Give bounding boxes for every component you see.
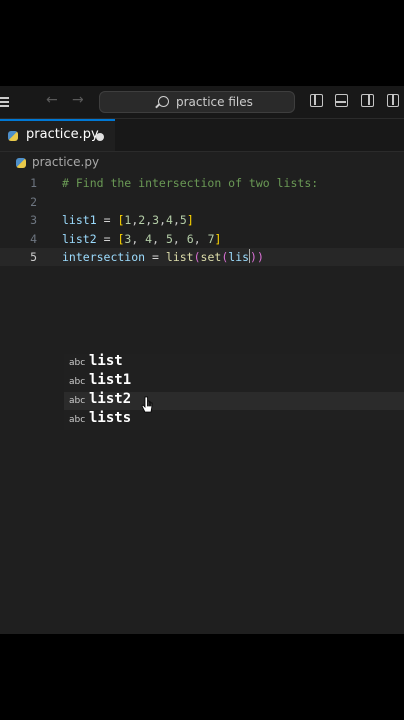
- suggestion-item[interactable]: abc list: [64, 353, 404, 372]
- line-number: 1: [30, 176, 37, 190]
- code-line[interactable]: 2: [0, 193, 404, 211]
- text-kind-icon: abc: [69, 396, 86, 406]
- python-file-icon: [16, 158, 26, 168]
- title-bar: ← → practice files: [0, 86, 404, 119]
- line-text: # Find the intersection of two lists:: [62, 176, 319, 190]
- line-number: 4: [30, 231, 37, 246]
- line-text: list1 = [1,2,3,4,5]: [62, 213, 194, 227]
- toggle-panel-icon[interactable]: [335, 94, 348, 107]
- line-text: intersection = list(set(lis)): [62, 249, 264, 264]
- customize-layout-icon[interactable]: [387, 94, 399, 107]
- toggle-secondary-sidebar-icon[interactable]: [361, 94, 374, 107]
- tab-label: practice.py: [26, 127, 99, 142]
- breadcrumb-file[interactable]: practice.py: [32, 155, 99, 169]
- suggestion-item[interactable]: abc list2: [64, 391, 404, 410]
- suggestion-label: list1: [89, 372, 132, 388]
- suggestion-item[interactable]: abc lists: [64, 410, 404, 429]
- command-center-search[interactable]: practice files: [99, 91, 295, 113]
- tab-bar: practice.py: [0, 119, 404, 152]
- code-line[interactable]: 4 list2 = [3, 4, 5, 6, 7]: [0, 230, 404, 248]
- breadcrumb: practice.py: [0, 152, 404, 174]
- forward-arrow-icon[interactable]: →: [72, 92, 84, 108]
- code-line[interactable]: 1 # Find the intersection of two lists:: [0, 174, 404, 192]
- search-icon: [158, 96, 169, 107]
- suggestion-label: list2: [89, 391, 132, 407]
- suggestion-label: lists: [89, 410, 132, 426]
- code-line-current[interactable]: 5 intersection = list(set(lis)): [0, 248, 404, 266]
- suggestion-item[interactable]: abc list1: [64, 372, 404, 391]
- python-file-icon: [8, 131, 18, 141]
- line-number: 2: [30, 194, 37, 209]
- toggle-sidebar-icon[interactable]: [310, 94, 323, 107]
- tab-practice-py[interactable]: practice.py: [0, 119, 115, 151]
- line-number: 5: [30, 250, 37, 264]
- line-text: list2 = [3, 4, 5, 6, 7]: [62, 231, 222, 246]
- vscode-window: ← → practice files practice.py practice.…: [0, 86, 404, 634]
- back-arrow-icon[interactable]: ←: [46, 92, 58, 108]
- unsaved-dot-icon[interactable]: [96, 133, 104, 141]
- code-line[interactable]: 3 list1 = [1,2,3,4,5]: [0, 211, 404, 229]
- text-kind-icon: abc: [69, 377, 86, 387]
- suggestion-label: list: [89, 353, 123, 369]
- text-kind-icon: abc: [69, 358, 86, 368]
- suggestion-widget[interactable]: abc list abc list1 abc list2 abc lists: [64, 353, 404, 430]
- menu-icon[interactable]: [0, 95, 9, 109]
- search-label: practice files: [176, 95, 253, 109]
- line-number: 3: [30, 213, 37, 227]
- text-kind-icon: abc: [69, 415, 86, 425]
- mouse-pointer-icon: [141, 396, 153, 413]
